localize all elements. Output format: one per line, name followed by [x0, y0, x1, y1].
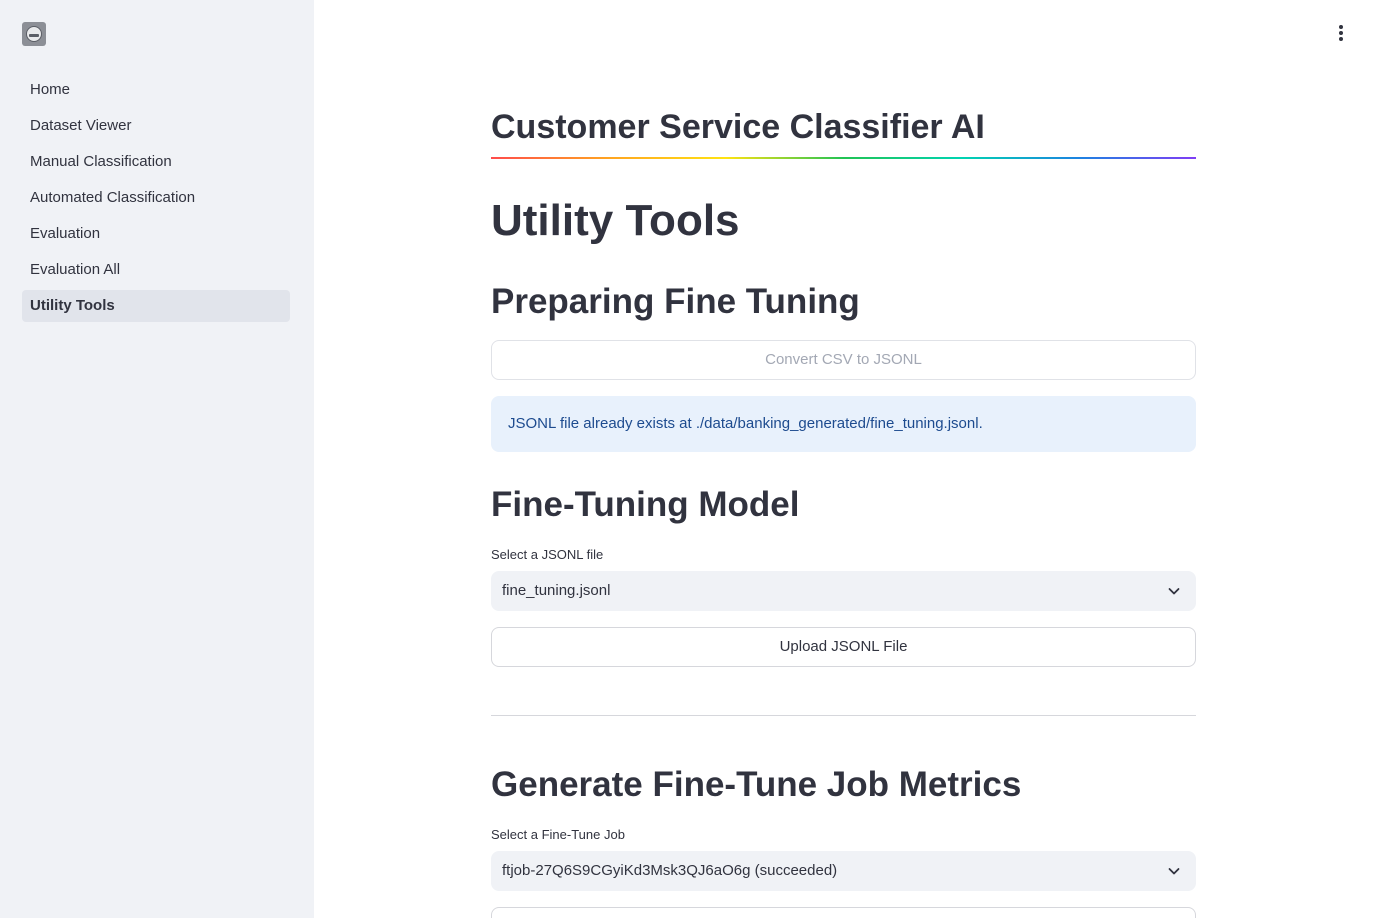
- fine-tune-job-select-value: ftjob-27Q6S9CGyiKd3Msk3QJ6aO6g (succeede…: [502, 862, 838, 879]
- section-heading-fine-tuning: Fine-Tuning Model: [491, 485, 800, 524]
- fine-tune-job-select-label: Select a Fine-Tune Job: [491, 827, 625, 842]
- page-title: Utility Tools: [491, 196, 740, 245]
- vertical-ellipsis-icon-dot: [1339, 31, 1343, 35]
- info-alert: JSONL file already exists at ./data/bank…: [491, 396, 1196, 452]
- vertical-ellipsis-icon-dot: [1339, 37, 1343, 41]
- sidebar-item-evaluation-all[interactable]: Evaluation All: [22, 254, 290, 286]
- chevron-down-icon: [1168, 868, 1180, 875]
- section-heading-metrics: Generate Fine-Tune Job Metrics: [491, 765, 1022, 804]
- upload-jsonl-button[interactable]: Upload JSONL File: [491, 627, 1196, 667]
- vertical-ellipsis-icon: [1339, 25, 1343, 29]
- convert-csv-button[interactable]: Convert CSV to JSONL: [491, 340, 1196, 380]
- title-divider: [491, 157, 1196, 159]
- section-heading-preparing: Preparing Fine Tuning: [491, 282, 860, 321]
- sidebar-item-home[interactable]: Home: [22, 74, 290, 106]
- sidebar-item-automated-classification[interactable]: Automated Classification: [22, 182, 290, 214]
- app-root: Home Dataset Viewer Manual Classificatio…: [0, 0, 1378, 918]
- sidebar-item-dataset-viewer[interactable]: Dataset Viewer: [22, 110, 290, 142]
- app-logo-icon[interactable]: [22, 22, 46, 46]
- sidebar-nav: Home Dataset Viewer Manual Classificatio…: [22, 74, 290, 326]
- sidebar-item-manual-classification[interactable]: Manual Classification: [22, 146, 290, 178]
- sidebar: Home Dataset Viewer Manual Classificatio…: [0, 0, 314, 918]
- app-title: Customer Service Classifier AI: [491, 108, 985, 146]
- jsonl-file-select-value: fine_tuning.jsonl: [502, 582, 611, 599]
- chevron-down-icon: [1168, 588, 1180, 595]
- jsonl-select-label: Select a JSONL file: [491, 547, 604, 562]
- jsonl-file-select[interactable]: fine_tuning.jsonl: [491, 571, 1196, 611]
- main-menu-button[interactable]: [1326, 18, 1356, 48]
- section-divider: [491, 715, 1196, 716]
- generate-metrics-button[interactable]: [491, 907, 1196, 918]
- sidebar-item-utility-tools[interactable]: Utility Tools: [22, 290, 290, 322]
- sidebar-item-evaluation[interactable]: Evaluation: [22, 218, 290, 250]
- fine-tune-job-select[interactable]: ftjob-27Q6S9CGyiKd3Msk3QJ6aO6g (succeede…: [491, 851, 1196, 891]
